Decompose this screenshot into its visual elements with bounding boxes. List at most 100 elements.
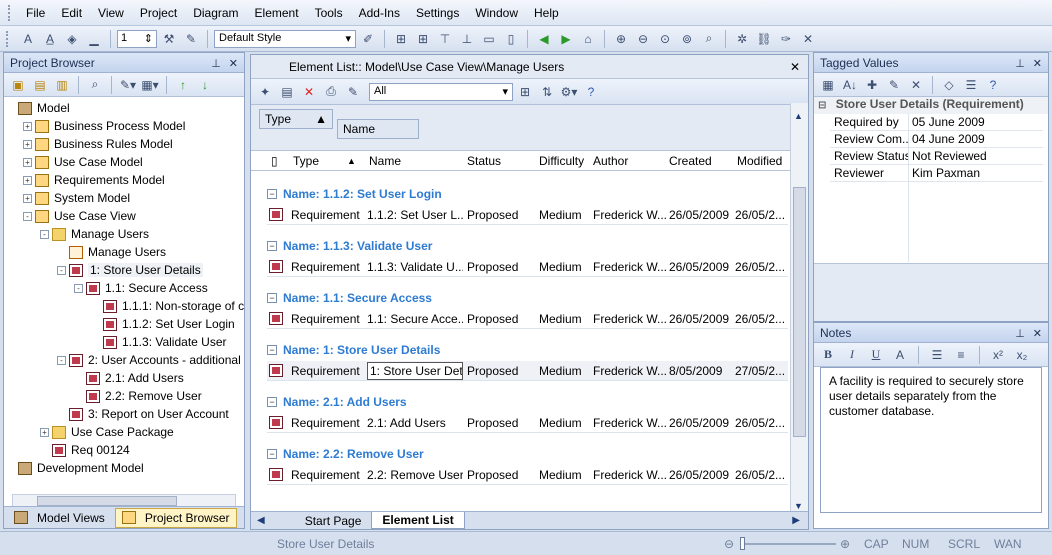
tree-node[interactable]: 1.1: Secure Access (86, 279, 208, 297)
col-status[interactable]: Status (467, 154, 501, 168)
expand-icon[interactable]: + (23, 176, 32, 185)
table-row[interactable]: Requirement 2.2: Remove User Proposed Mediu… (267, 465, 788, 485)
tab-model-views[interactable]: Model Views (8, 509, 111, 527)
toolbar-grip[interactable] (6, 30, 10, 47)
delete-icon[interactable]: ✕ (299, 82, 319, 102)
menu-diagram[interactable]: Diagram (185, 3, 246, 23)
collapse-icon[interactable]: − (267, 189, 277, 199)
scroll-down-icon[interactable]: ▼ (794, 501, 803, 511)
close-icon[interactable]: ✕ (1033, 58, 1042, 70)
fill-color-icon[interactable]: ◈ (62, 29, 82, 49)
col-modified[interactable]: Modified (737, 154, 782, 168)
tree-node[interactable]: Model (18, 99, 70, 117)
zoom-in-icon[interactable]: ⊕ (611, 29, 631, 49)
close-tool-icon[interactable]: ✕ (798, 29, 818, 49)
underline-icon[interactable]: U (866, 345, 886, 365)
group-by-type[interactable]: Type ▲ (259, 109, 333, 129)
same-width-icon[interactable]: ▭ (479, 29, 499, 49)
expand-icon[interactable]: + (23, 140, 32, 149)
properties-icon[interactable]: ▤ (277, 82, 297, 102)
italic-icon[interactable]: I (842, 345, 862, 365)
expand-icon[interactable]: + (23, 158, 32, 167)
collapse-icon[interactable]: − (267, 397, 277, 407)
superscript-icon[interactable]: x² (988, 345, 1008, 365)
pin-icon[interactable]: ⊥ (211, 58, 221, 70)
table-row[interactable]: Requirement 1.1: Secure Acce... Proposed Me… (267, 309, 788, 329)
group-icon[interactable]: ⊞ (515, 82, 535, 102)
tree-node[interactable]: 1.1.3: Validate User (103, 333, 227, 351)
scroll-up-icon[interactable]: ▲ (794, 111, 803, 121)
sort-icon[interactable]: ⇅ (537, 82, 557, 102)
tree-node[interactable]: Development Model (18, 459, 144, 477)
tree-node[interactable]: Business Process Model (35, 117, 185, 135)
tree-node[interactable]: System Model (35, 189, 130, 207)
style-select[interactable]: Default Style ▾ (214, 29, 356, 48)
zoom-slider[interactable] (740, 543, 836, 545)
collapse-icon[interactable]: − (267, 345, 277, 355)
tree-node[interactable]: Use Case Model (35, 153, 143, 171)
tagged-value-row[interactable]: Review Com... 04 June 2009 (830, 131, 1043, 148)
view-icon[interactable]: ▦▾ (140, 75, 160, 95)
scroll-thumb[interactable] (37, 496, 177, 506)
tab-right-icon[interactable]: ▶ (792, 515, 800, 526)
new-element-icon[interactable]: ✦ (255, 82, 275, 102)
chevron-down-icon[interactable]: ▾ (345, 32, 351, 46)
link-icon[interactable]: ⛓ (754, 29, 774, 49)
font-size-icon[interactable]: A̲ (40, 29, 60, 49)
menu-file[interactable]: File (18, 3, 53, 23)
font-icon[interactable]: A (18, 29, 38, 49)
menu-window[interactable]: Window (467, 3, 526, 23)
pin-tool-icon[interactable]: ✑ (776, 29, 796, 49)
highlight-icon[interactable]: ✐ (358, 29, 378, 49)
menu-help[interactable]: Help (526, 3, 567, 23)
collapse-icon[interactable]: - (74, 284, 83, 293)
tagged-value-row[interactable]: Review Status Not Reviewed (830, 148, 1043, 165)
move-up-icon[interactable]: ↑ (173, 75, 193, 95)
group-header[interactable]: − Name: 1.1.2: Set User Login (267, 185, 442, 203)
menu-element[interactable]: Element (247, 3, 307, 23)
tree-node[interactable]: Manage Users (69, 243, 166, 261)
group-header[interactable]: − Name: 1.1.3: Validate User (267, 237, 432, 255)
pin-icon[interactable]: ⊥ (1015, 328, 1025, 340)
expand-icon[interactable]: + (40, 428, 49, 437)
forward-icon[interactable]: ▶ (556, 29, 576, 49)
menu-addins[interactable]: Add-Ins (351, 3, 408, 23)
layout-icon[interactable]: ✲ (732, 29, 752, 49)
move-down-icon[interactable]: ↓ (195, 75, 215, 95)
col-type[interactable]: Type (293, 154, 319, 168)
scroll-thumb[interactable] (793, 187, 806, 437)
element-list-scrollbar[interactable]: ▲ ▼ (790, 103, 808, 513)
doc-icon[interactable]: ▯ (271, 154, 278, 168)
tree-node[interactable]: Use Case View (35, 207, 136, 225)
menu-view[interactable]: View (90, 3, 132, 23)
group-header[interactable]: − Name: 1.1: Secure Access (267, 289, 432, 307)
new-package-icon[interactable]: ▤ (30, 75, 50, 95)
edit-icon[interactable]: ✎ (343, 82, 363, 102)
tree-node[interactable]: Manage Users (52, 225, 149, 243)
close-icon[interactable]: ✕ (790, 60, 800, 74)
tagged-value-row[interactable]: Required by 05 June 2009 (830, 114, 1043, 131)
align-right-icon[interactable]: ⊞ (413, 29, 433, 49)
print-icon[interactable]: ⎙ (321, 82, 341, 102)
edit-tag-icon[interactable]: ✎ (884, 75, 904, 95)
tab-element-list[interactable]: Element List (371, 512, 465, 529)
zoom-in-icon[interactable]: ⊕ (840, 537, 850, 551)
tree-node[interactable]: Use Case Package (52, 423, 174, 441)
bullets-icon[interactable]: ☰ (927, 345, 947, 365)
tag-icon[interactable]: ◇ (939, 75, 959, 95)
expand-icon[interactable]: + (23, 122, 32, 131)
tagged-element-row[interactable]: ⊟ Store User Details (Requirement) (814, 97, 1048, 114)
font-color-icon[interactable]: A (890, 345, 910, 365)
format-painter-icon[interactable]: ⚒ (159, 29, 179, 49)
menu-project[interactable]: Project (132, 3, 185, 23)
apply-style-icon[interactable]: ✎ (181, 29, 201, 49)
collapse-icon[interactable]: ⊟ (818, 100, 826, 111)
table-row[interactable]: Requirement 1.1.2: Set User L... Proposed M… (267, 205, 788, 225)
group-by-name[interactable]: Name (337, 119, 419, 139)
menu-edit[interactable]: Edit (53, 3, 90, 23)
new-tag-icon[interactable]: ✚ (862, 75, 882, 95)
collapse-icon[interactable]: - (57, 356, 66, 365)
menu-settings[interactable]: Settings (408, 3, 467, 23)
table-row[interactable]: Requirement 2.1: Add Users Proposed Medium F… (267, 413, 788, 433)
close-icon[interactable]: ✕ (1033, 328, 1042, 340)
